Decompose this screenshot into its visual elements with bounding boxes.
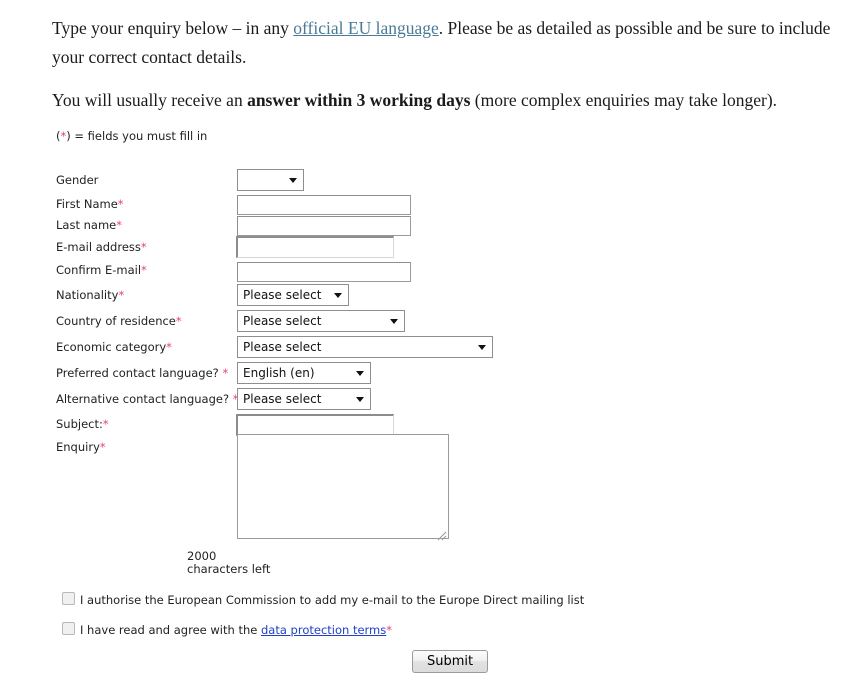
intro-p2-before: You will usually receive an (52, 90, 248, 110)
label-first-name: First Name* (56, 197, 124, 211)
data-protection-terms-link[interactable]: data protection terms (261, 623, 386, 637)
consent-mailing-list-row[interactable]: I authorise the European Commission to a… (62, 592, 584, 607)
control-alternative-language: Please select (237, 388, 371, 410)
control-email (236, 236, 394, 258)
intro-p2-after: (more complex enquiries may take longer)… (470, 90, 778, 110)
label-enquiry: Enquiry* (56, 440, 106, 454)
enquiry-form: Gender First Name* Last name* E-mail add… (56, 169, 836, 457)
mailing-list-label: I authorise the European Commission to a… (80, 593, 585, 607)
field-row-preferred-language: Preferred contact language? * English (e… (56, 360, 836, 386)
preferred-language-select[interactable] (237, 362, 371, 384)
submit-button-wrapper: Submit (412, 650, 489, 673)
country-of-residence-select-wrapper: Please select (237, 310, 405, 332)
label-gender-text: Gender (56, 173, 99, 187)
nationality-select-wrapper: Please select (237, 284, 349, 306)
required-note-text: ) = fields you must fill in (66, 129, 208, 143)
label-economic-category-text: Economic category (56, 340, 167, 354)
field-row-economic-category: Economic category* Please select (56, 334, 836, 360)
label-preferred-language-text: Preferred contact language? (56, 366, 223, 380)
label-first-name-text: First Name (56, 197, 118, 211)
gender-select-wrapper (237, 169, 304, 191)
label-last-name: Last name* (56, 218, 122, 232)
label-confirm-email: Confirm E-mail* (56, 263, 147, 277)
required-asterisk: * (141, 263, 147, 277)
required-asterisk: * (99, 440, 106, 454)
control-last-name (237, 215, 411, 236)
required-fields-note: (*) = fields you must fill in (56, 129, 207, 143)
control-confirm-email (237, 261, 411, 282)
character-counter-label: characters left (187, 562, 271, 576)
label-preferred-language: Preferred contact language? * (56, 366, 228, 380)
data-protection-label-before: I have read and agree with the (80, 623, 261, 637)
label-country-of-residence: Country of residence* (56, 314, 182, 328)
control-subject (236, 414, 394, 436)
alternative-language-select-wrapper: Please select (237, 388, 371, 410)
label-subject: Subject:* (56, 417, 109, 431)
label-country-of-residence-text: Country of residence (56, 314, 176, 328)
mailing-list-checkbox[interactable] (62, 592, 75, 605)
label-email-text: E-mail address (56, 240, 141, 254)
label-economic-category: Economic category* (56, 340, 172, 354)
required-asterisk: * (386, 623, 392, 637)
preferred-language-select-wrapper: English (en) (237, 362, 371, 384)
label-nationality: Nationality* (56, 288, 124, 302)
character-counter: 2000 characters left (187, 550, 270, 576)
label-nationality-text: Nationality (56, 288, 119, 302)
field-row-country-of-residence: Country of residence* Please select (56, 308, 836, 334)
label-confirm-email-text: Confirm E-mail (56, 263, 142, 277)
data-protection-checkbox[interactable] (62, 622, 75, 635)
field-row-last-name: Last name* (56, 215, 836, 236)
field-row-first-name: First Name* (56, 194, 836, 215)
control-gender (237, 169, 304, 191)
required-asterisk: * (118, 288, 125, 302)
confirm-email-input[interactable] (237, 262, 411, 282)
field-row-email: E-mail address* (56, 236, 836, 259)
label-last-name-text: Last name (56, 218, 117, 232)
intro-paragraph-2: You will usually receive an answer withi… (52, 86, 842, 115)
email-input[interactable] (236, 236, 394, 258)
required-asterisk: * (166, 340, 172, 354)
answer-time-emphasis: answer within 3 working days (247, 90, 471, 110)
economic-category-select[interactable] (237, 336, 493, 358)
last-name-input[interactable] (237, 216, 411, 236)
control-first-name (237, 194, 411, 215)
alternative-language-select[interactable] (237, 388, 371, 410)
required-asterisk: * (102, 417, 109, 431)
label-email: E-mail address* (56, 240, 147, 254)
nationality-select[interactable] (237, 284, 349, 306)
economic-category-select-wrapper: Please select (237, 336, 493, 358)
field-row-nationality: Nationality* Please select (56, 282, 836, 308)
control-economic-category: Please select (237, 336, 493, 358)
label-subject-text: Subject: (56, 417, 103, 431)
intro-p1-before: Type your enquiry below – in any (52, 18, 294, 38)
field-row-confirm-email: Confirm E-mail* (56, 259, 836, 282)
subject-input[interactable] (236, 414, 394, 436)
enquiry-textarea[interactable] (237, 434, 449, 539)
control-preferred-language: English (en) (237, 362, 371, 384)
required-asterisk: * (116, 218, 122, 232)
control-country-of-residence: Please select (237, 310, 405, 332)
label-gender: Gender (56, 173, 98, 187)
intro-paragraph-1: Type your enquiry below – in any officia… (52, 14, 842, 72)
first-name-input[interactable] (237, 195, 411, 215)
required-asterisk: * (175, 314, 182, 328)
label-enquiry-text: Enquiry (56, 440, 100, 454)
enquiry-textarea-wrapper (237, 434, 449, 543)
intro-text: Type your enquiry below – in any officia… (52, 14, 842, 115)
consent-data-protection-row[interactable]: I have read and agree with the data prot… (62, 622, 392, 637)
gender-select[interactable] (237, 169, 304, 191)
field-row-gender: Gender (56, 169, 836, 194)
required-asterisk: * (117, 197, 124, 211)
required-asterisk: * (140, 240, 147, 254)
field-row-alternative-language: Alternative contact language? * Please s… (56, 386, 836, 412)
label-alternative-language-text: Alternative contact language? (56, 392, 233, 406)
control-nationality: Please select (237, 284, 349, 306)
submit-button[interactable]: Submit (412, 650, 489, 673)
required-asterisk: * (222, 366, 229, 380)
official-eu-language-link[interactable]: official EU language (293, 18, 438, 38)
country-of-residence-select[interactable] (237, 310, 405, 332)
label-alternative-language: Alternative contact language? * (56, 392, 239, 406)
